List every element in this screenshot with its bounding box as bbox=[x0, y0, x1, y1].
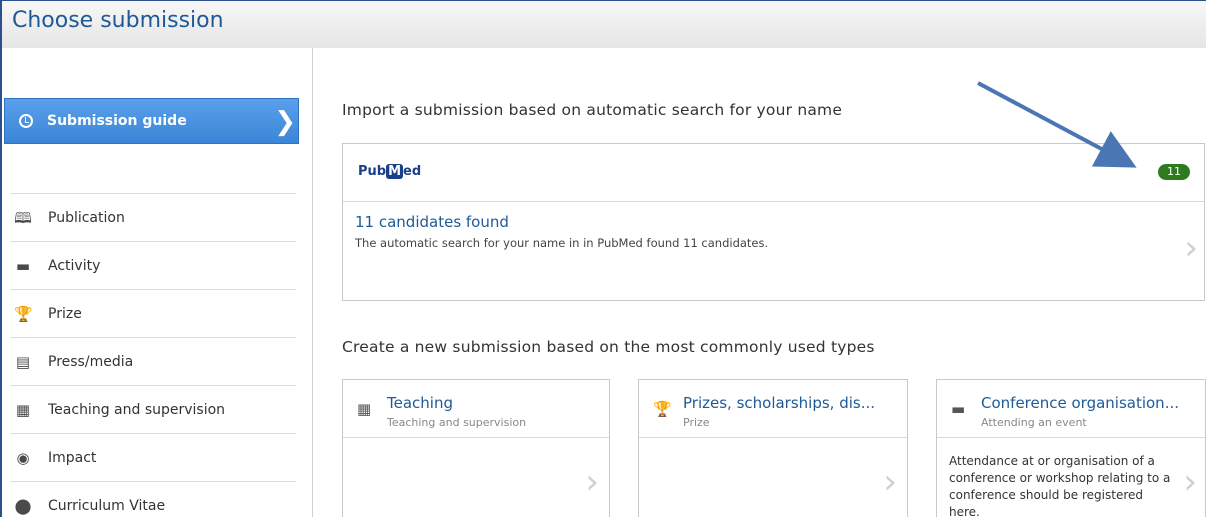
chevron-right-icon: ❯ bbox=[274, 107, 296, 137]
sidebar-item-publication[interactable]: 🕮 Publication bbox=[10, 193, 296, 241]
pubmed-logo: Pub Med bbox=[358, 164, 422, 179]
submission-guide-label: Submission guide bbox=[47, 113, 187, 129]
type-card-header: ▬ Conference organisation... Attending a… bbox=[937, 380, 1205, 438]
chevron-right-icon[interactable]: › bbox=[1183, 462, 1197, 502]
sidebar-item-label: Teaching and supervision bbox=[48, 401, 226, 418]
sidebar-item-label: Press/media bbox=[48, 353, 134, 370]
candidates-description: The automatic search for your name in in… bbox=[355, 236, 769, 250]
type-card-title: Conference organisation... bbox=[981, 394, 1179, 412]
type-card-title: Teaching bbox=[387, 394, 453, 412]
cv-icon: ⬤ bbox=[14, 496, 32, 515]
type-card-header: 🏆 Prizes, scholarships, dis... Prize bbox=[639, 380, 907, 438]
sidebar-nav: 🕮 Publication ▬ Activity 🏆 Prize ▤ Press… bbox=[10, 193, 296, 517]
type-card-subtitle: Teaching and supervision bbox=[387, 416, 527, 429]
type-card-subtitle: Attending an event bbox=[981, 416, 1087, 429]
sidebar-item-teaching[interactable]: ▦ Teaching and supervision bbox=[10, 385, 296, 433]
film-icon: ▦ bbox=[357, 400, 372, 418]
type-card-conference[interactable]: ▬ Conference organisation... Attending a… bbox=[936, 379, 1206, 517]
chevron-right-icon[interactable]: › bbox=[883, 462, 897, 502]
candidates-count-badge: 11 bbox=[1158, 164, 1190, 180]
target-icon: ◉ bbox=[16, 448, 30, 467]
trophy-icon: 🏆 bbox=[14, 304, 33, 323]
trophy-icon: 🏆 bbox=[653, 400, 672, 418]
clock-icon bbox=[19, 114, 33, 128]
sidebar-item-label: Activity bbox=[48, 257, 101, 274]
type-card-prizes[interactable]: 🏆 Prizes, scholarships, dis... Prize › bbox=[638, 379, 908, 517]
type-card-title: Prizes, scholarships, dis... bbox=[683, 394, 876, 412]
type-card-teaching[interactable]: ▦ Teaching Teaching and supervision › bbox=[342, 379, 610, 517]
briefcase-icon: ▬ bbox=[951, 400, 966, 418]
pubmed-card-header: Pub Med 11 bbox=[343, 144, 1204, 202]
import-section-title: Import a submission based on automatic s… bbox=[342, 101, 843, 119]
sidebar: Submission guide ❯ 🕮 Publication ▬ Activ… bbox=[0, 48, 313, 517]
sidebar-item-prize[interactable]: 🏆 Prize bbox=[10, 289, 296, 337]
title-bar: Choose submission bbox=[0, 0, 1206, 48]
chevron-right-icon[interactable]: › bbox=[585, 462, 599, 502]
type-card-subtitle: Prize bbox=[683, 416, 710, 429]
submission-guide-button[interactable]: Submission guide ❯ bbox=[4, 98, 299, 144]
film-icon: ▦ bbox=[15, 400, 31, 419]
candidates-title[interactable]: 11 candidates found bbox=[355, 213, 509, 231]
sidebar-item-activity[interactable]: ▬ Activity bbox=[10, 241, 296, 289]
sidebar-item-impact[interactable]: ◉ Impact bbox=[10, 433, 296, 481]
newspaper-icon: ▤ bbox=[15, 352, 31, 371]
sidebar-item-label: Prize bbox=[48, 305, 82, 322]
pubmed-card[interactable]: Pub Med 11 11 candidates found The automa… bbox=[342, 143, 1205, 301]
sidebar-item-curriculum-vitae[interactable]: ⬤ Curriculum Vitae bbox=[10, 481, 296, 517]
type-card-header: ▦ Teaching Teaching and supervision bbox=[343, 380, 609, 438]
create-section-title: Create a new submission based on the mos… bbox=[342, 338, 875, 356]
window-title: Choose submission bbox=[12, 8, 224, 33]
chevron-right-icon[interactable]: › bbox=[1184, 228, 1198, 268]
type-card-description: Attendance at or organisation of a confe… bbox=[949, 454, 1171, 517]
sidebar-item-label: Impact bbox=[48, 449, 97, 466]
sidebar-item-label: Curriculum Vitae bbox=[48, 497, 166, 514]
book-icon: 🕮 bbox=[14, 208, 32, 227]
main-content: Import a submission based on automatic s… bbox=[314, 48, 1206, 517]
sidebar-item-press-media[interactable]: ▤ Press/media bbox=[10, 337, 296, 385]
sidebar-item-label: Publication bbox=[48, 209, 125, 226]
briefcase-icon: ▬ bbox=[15, 256, 31, 275]
